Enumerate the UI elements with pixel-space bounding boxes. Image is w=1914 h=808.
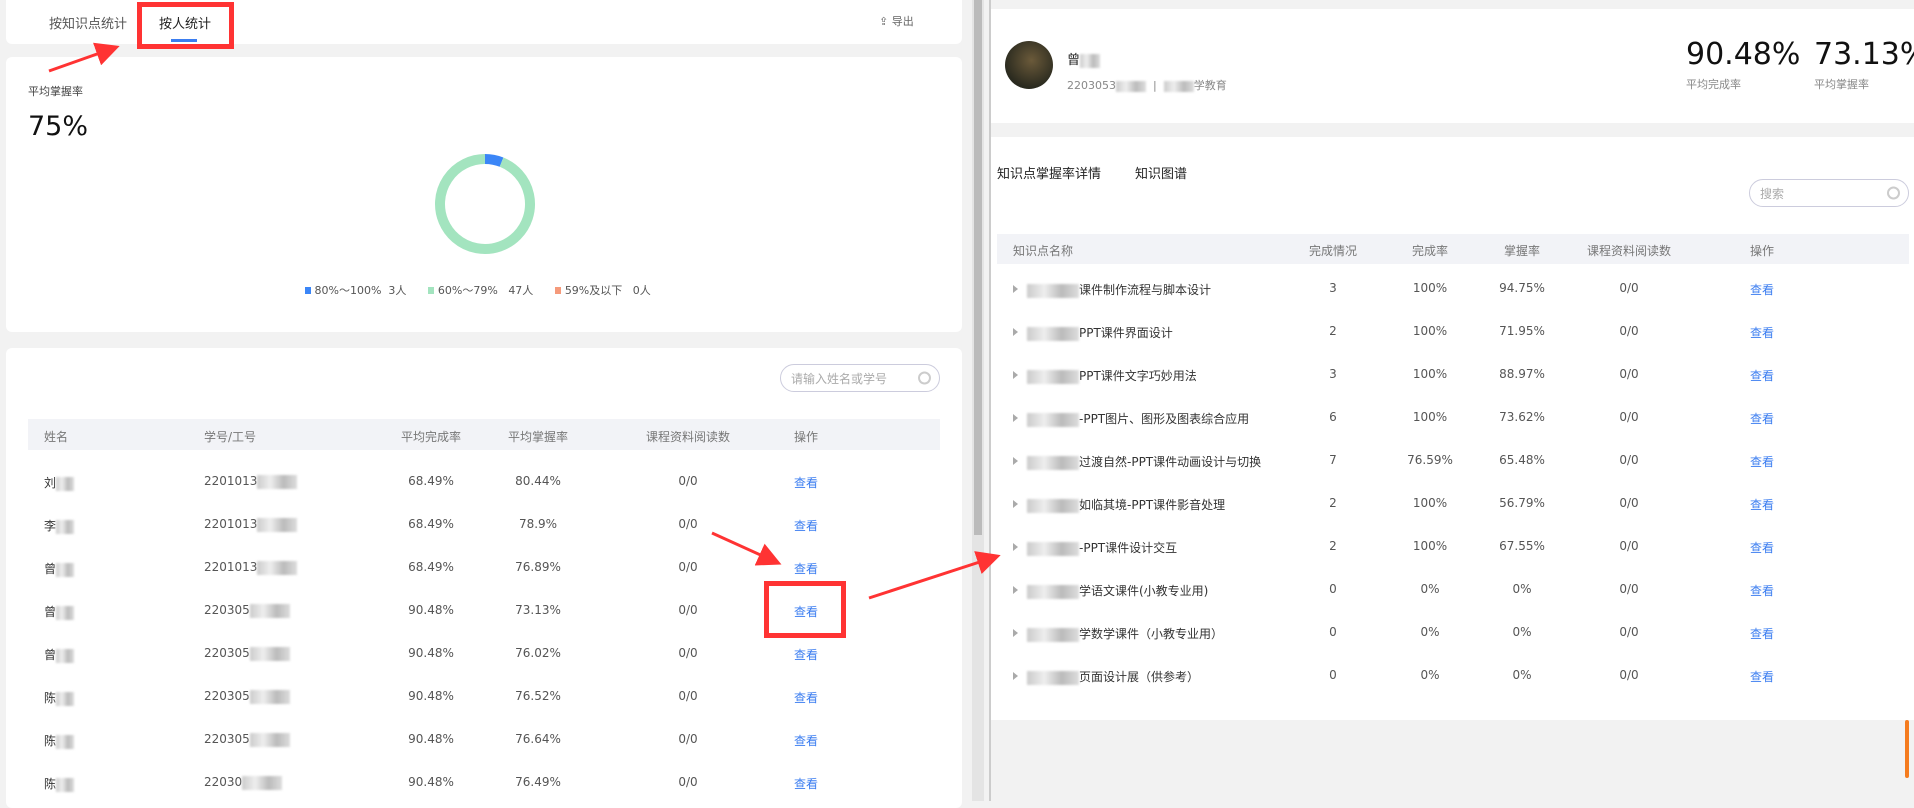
arrow-to-view (711, 531, 782, 566)
annotation-arrows (48, 42, 1001, 600)
arrow-to-tab (48, 42, 120, 73)
arrow-to-detail (868, 551, 1001, 600)
